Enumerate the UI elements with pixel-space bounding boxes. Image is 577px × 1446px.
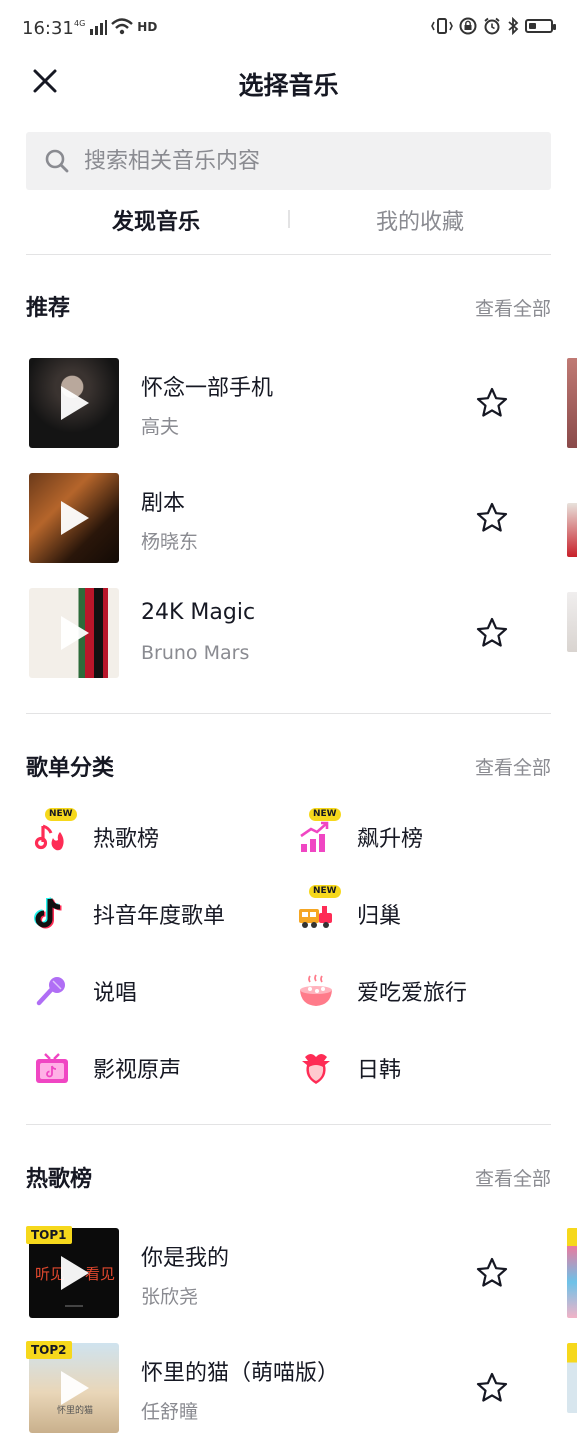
battery-level [529, 23, 536, 29]
view-all-recommended-link[interactable]: 查看全部 [475, 294, 551, 321]
song-artist: 张欣尧 [141, 1286, 199, 1308]
song-row[interactable]: 怀里的猫 TOP2 怀里的猫（萌喵版） 任舒瞳 [26, 1341, 577, 1435]
category-label: 抖音年度歌单 [93, 904, 226, 929]
category-rising-chart[interactable]: NEW 飙升榜 [297, 808, 424, 857]
tiktok-logo-icon [33, 895, 71, 933]
category-label: 影视原声 [93, 1058, 182, 1083]
category-tiktok-annual-playlist[interactable]: 抖音年度歌单 [33, 894, 225, 934]
song-artist: Bruno Mars [141, 642, 250, 664]
category-label: 爱吃爱旅行 [357, 981, 468, 1006]
hd-indicator: HD [137, 20, 158, 34]
favorite-star-icon[interactable] [475, 501, 509, 535]
category-japan-korea[interactable]: 日韩 [297, 1048, 401, 1088]
next-page-peek [567, 503, 577, 557]
favorite-star-icon[interactable] [475, 386, 509, 420]
bluetooth-icon [508, 17, 519, 35]
play-icon[interactable] [61, 501, 89, 535]
section-title-recommended: 推荐 [26, 296, 71, 321]
heart-character-icon [297, 1049, 335, 1087]
play-icon[interactable] [61, 616, 89, 650]
song-row[interactable]: 剧本 杨晓东 [29, 473, 577, 565]
category-label: 日韩 [357, 1058, 402, 1083]
search-input[interactable] [82, 147, 551, 175]
song-row[interactable]: 听见 看见 TOP1 你是我的 张欣尧 [26, 1226, 577, 1320]
tab-my-favorites[interactable]: 我的收藏 [290, 204, 550, 236]
section-divider [26, 1124, 551, 1125]
section-divider [26, 713, 551, 714]
category-food-travel[interactable]: 爱吃爱旅行 [297, 971, 467, 1011]
new-badge: NEW [309, 885, 341, 898]
song-row[interactable]: 怀念一部手机 高夫 [29, 358, 577, 450]
rank-badge: TOP2 [26, 1341, 72, 1359]
search-bar[interactable] [26, 132, 551, 190]
rising-chart-icon: NEW [297, 808, 341, 856]
category-label: 热歌榜 [93, 827, 160, 852]
network-indicator: 4G HD [74, 18, 157, 36]
view-all-hot-chart-link[interactable]: 查看全部 [475, 1164, 551, 1191]
category-homecoming[interactable]: NEW 归巢 [297, 885, 402, 934]
wifi-icon [111, 18, 134, 35]
tabs-divider-line [26, 254, 551, 255]
play-icon[interactable] [61, 1371, 89, 1405]
view-all-categories-link[interactable]: 查看全部 [475, 753, 551, 780]
song-title: 你是我的 [141, 1246, 230, 1271]
song-artist: 杨晓东 [141, 531, 199, 553]
tv-icon [33, 1049, 71, 1087]
network-type: 4G [74, 18, 86, 28]
alarm-icon [484, 17, 500, 35]
song-title: 24K Magic [141, 600, 256, 625]
next-page-peek [567, 358, 577, 448]
play-icon[interactable] [61, 1256, 89, 1290]
song-row[interactable]: 24K Magic Bruno Mars [29, 588, 577, 680]
album-cover[interactable] [29, 588, 119, 678]
next-page-peek [567, 1343, 577, 1413]
search-icon [45, 149, 69, 173]
next-page-peek [567, 592, 577, 652]
next-page-peek [567, 1228, 577, 1318]
vibrate-icon [431, 18, 453, 34]
signal-icon [90, 20, 108, 35]
svg-text:看见: 看见 [85, 1265, 115, 1283]
play-icon[interactable] [61, 386, 89, 420]
category-label: 飙升榜 [357, 827, 424, 852]
favorite-star-icon[interactable] [475, 1371, 509, 1405]
album-cover[interactable] [29, 358, 119, 448]
status-icons [431, 17, 556, 35]
hot-music-icon: NEW [33, 808, 77, 856]
category-label: 归巢 [357, 904, 402, 929]
food-bowl-icon [297, 972, 335, 1010]
song-title: 怀念一部手机 [141, 376, 274, 401]
new-badge: NEW [45, 808, 77, 821]
svg-text:怀里的猫: 怀里的猫 [57, 1404, 93, 1416]
album-cover[interactable] [29, 473, 119, 563]
train-icon: NEW [297, 885, 341, 933]
song-title: 怀里的猫（萌喵版） [141, 1361, 340, 1386]
category-label: 说唱 [93, 981, 138, 1006]
category-hot-songs[interactable]: NEW 热歌榜 [33, 808, 160, 857]
song-artist: 高夫 [141, 416, 180, 438]
song-title: 剧本 [141, 491, 186, 516]
tab-discover-music[interactable]: 发现音乐 [26, 204, 286, 236]
song-artist: 任舒瞳 [141, 1401, 199, 1423]
rank-badge: TOP1 [26, 1226, 72, 1244]
page-title: 选择音乐 [238, 71, 339, 100]
section-title-hot-chart: 热歌榜 [26, 1167, 93, 1192]
favorite-star-icon[interactable] [475, 616, 509, 650]
new-badge: NEW [309, 808, 341, 821]
category-soundtrack[interactable]: 影视原声 [33, 1048, 181, 1088]
battery-icon [525, 19, 556, 33]
lock-rotation-icon [459, 17, 477, 35]
category-rap[interactable]: 说唱 [33, 971, 137, 1011]
close-icon[interactable] [30, 66, 60, 96]
favorite-star-icon[interactable] [475, 1256, 509, 1290]
status-time: 16:31 [22, 18, 74, 39]
microphone-icon [33, 972, 71, 1010]
section-title-playlist-categories: 歌单分类 [26, 756, 115, 781]
